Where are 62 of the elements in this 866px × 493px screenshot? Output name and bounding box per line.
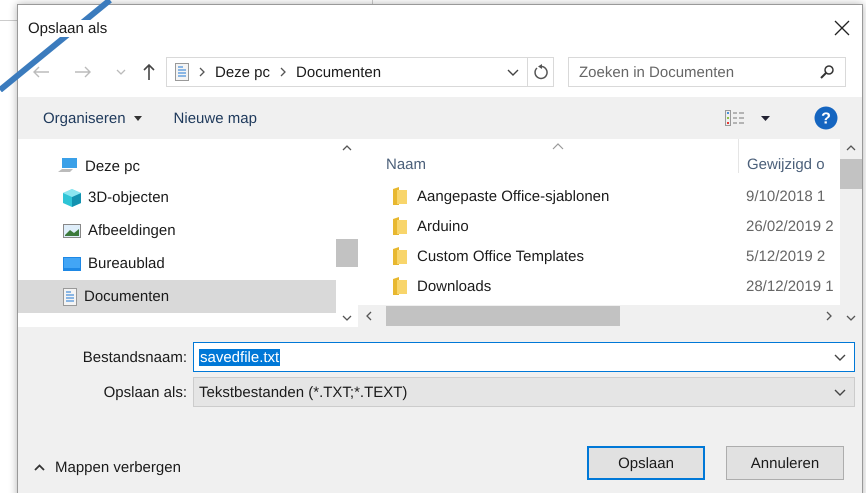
field-label: Opslaan als: <box>102 384 188 400</box>
file-name[interactable]: Custom Office Templates <box>417 248 584 264</box>
chevron-down-icon[interactable] <box>834 388 846 396</box>
folder-icon <box>393 277 407 295</box>
scroll-left-icon[interactable] <box>366 311 372 321</box>
chevron-down-icon[interactable] <box>507 68 519 76</box>
scroll-up-icon[interactable] <box>846 145 856 151</box>
scrollbar-thumb[interactable] <box>840 159 862 189</box>
refresh-icon <box>532 64 548 80</box>
chevron-up-icon <box>34 464 45 470</box>
help-icon[interactable]: ? <box>814 106 838 130</box>
address-bar[interactable]: Deze pc Documenten <box>166 57 528 87</box>
folder-icon <box>393 247 407 265</box>
document-icon <box>63 288 77 306</box>
search-icon <box>820 65 834 79</box>
field-label: Bestandsnaam: <box>82 348 188 366</box>
breadcrumb[interactable]: Deze pc <box>215 64 270 80</box>
date-cell-text: 26/02/2019 2 <box>745 218 835 234</box>
scroll-right-icon[interactable] <box>826 311 832 321</box>
refresh-button[interactable] <box>528 57 554 87</box>
date-cell-text: 9/10/2018 1 <box>745 188 826 204</box>
search-field[interactable]: Zoeken in Documenten <box>568 57 846 87</box>
desktop-icon <box>63 256 81 270</box>
breadcrumb[interactable]: Documenten <box>296 64 382 80</box>
document-icon <box>175 63 189 81</box>
sidebar-item[interactable]: Afbeeldingen <box>18 214 336 247</box>
dialog-button[interactable]: Opslaan <box>587 446 705 480</box>
chevron-right-icon <box>280 67 286 77</box>
sort-caret-icon <box>552 143 564 150</box>
sidebar-item[interactable]: Bureaublad <box>18 247 336 280</box>
file-name[interactable]: Arduino <box>417 218 469 234</box>
organize-menu[interactable]: Organiseren <box>43 110 126 126</box>
scroll-down-icon[interactable] <box>846 315 856 321</box>
picture-icon <box>63 224 81 238</box>
chevron-right-icon <box>199 67 205 77</box>
hide-folders-toggle[interactable]: Mappen verbergen <box>34 458 181 476</box>
file-name[interactable]: Aangepaste Office-sjablonen <box>417 188 610 204</box>
close-icon[interactable] <box>834 20 850 36</box>
folder-icon <box>393 217 407 235</box>
chevron-down-icon[interactable] <box>834 354 846 360</box>
scroll-up-icon[interactable] <box>342 145 352 151</box>
sidebar-item[interactable]: 3D-objecten <box>18 181 336 214</box>
cube-icon <box>63 188 81 206</box>
sidebar-item[interactable]: Documenten <box>18 280 336 313</box>
column-header[interactable]: Naam <box>358 139 738 173</box>
up-arrow-icon[interactable] <box>142 63 156 81</box>
sidebar-item[interactable]: Deze pc <box>18 151 336 181</box>
computer-icon <box>58 158 78 174</box>
new-folder-button[interactable]: Nieuwe map <box>174 110 257 126</box>
dialog-button[interactable]: Annuleren <box>726 446 844 480</box>
scrollbar-thumb[interactable] <box>386 306 620 326</box>
date-cell-text: 28/12/2019 1 <box>745 278 835 294</box>
date-cell-text: 5/12/2019 2 <box>745 248 826 264</box>
filename-field[interactable]: savedfile.txt <box>193 342 855 372</box>
file-type-dropdown[interactable]: Tekstbestanden (*.TXT;*.TEXT) <box>193 377 855 407</box>
scrollbar-thumb[interactable] <box>336 239 358 267</box>
file-name[interactable]: Downloads <box>417 278 492 294</box>
caret-down-icon[interactable] <box>134 116 142 120</box>
folder-icon <box>393 187 407 205</box>
caret-down-icon[interactable] <box>761 116 770 120</box>
scroll-down-icon[interactable] <box>342 315 352 321</box>
view-options-icon[interactable] <box>725 110 745 126</box>
